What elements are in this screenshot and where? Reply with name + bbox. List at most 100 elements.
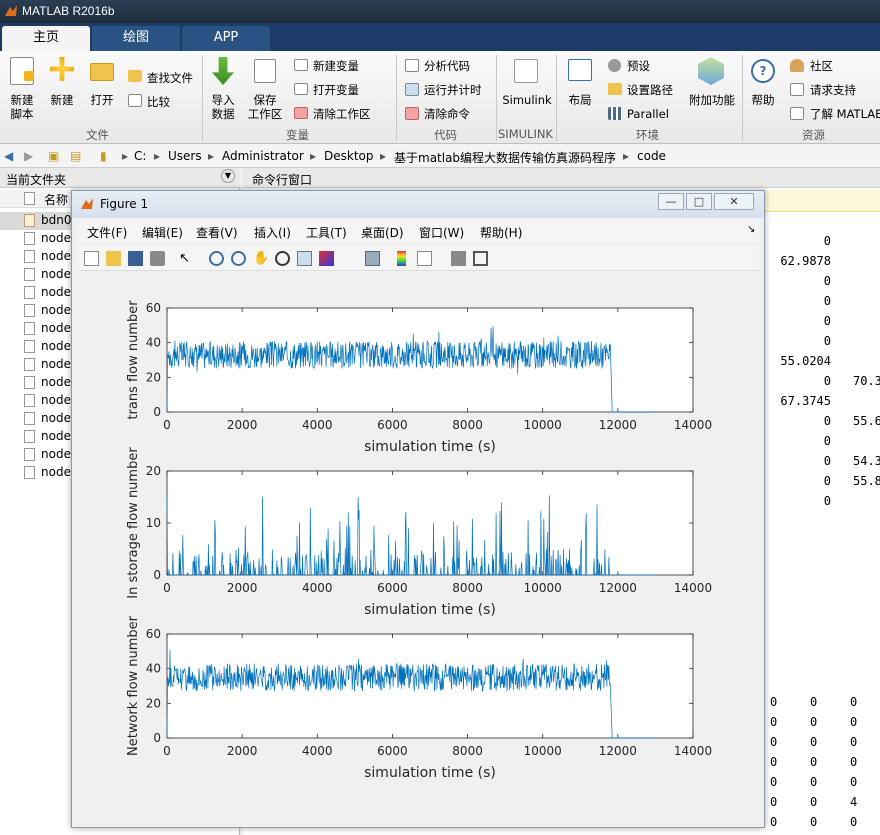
x-tick-label: 2000 xyxy=(227,581,258,595)
request-support-button[interactable]: 请求支持 xyxy=(810,83,856,97)
new-variable-button[interactable]: 新建变量 xyxy=(313,59,359,73)
rotate-icon[interactable] xyxy=(275,251,290,266)
output-value: 0 xyxy=(823,234,831,248)
learn-matlab-button[interactable]: 了解 MATLAB xyxy=(810,107,880,121)
add-ons-button[interactable]: 附加功能 xyxy=(686,93,738,107)
crumb-project-folder[interactable]: 基于matlab编程大数据传输仿真源码程序 xyxy=(394,149,616,166)
zoom-out-icon[interactable] xyxy=(231,251,246,266)
group-resources-label: 资源 xyxy=(802,128,825,142)
file-icon xyxy=(24,268,35,281)
crumb-code[interactable]: code xyxy=(637,149,666,163)
menu-desktop[interactable]: 桌面(D) xyxy=(361,224,404,241)
new-button[interactable]: 新建 xyxy=(46,93,78,107)
legend-icon[interactable] xyxy=(417,251,432,266)
menu-view[interactable]: 查看(V) xyxy=(196,224,238,241)
x-tick-label: 0 xyxy=(163,744,171,758)
compare-button[interactable]: 比较 xyxy=(147,95,170,109)
maximize-button[interactable]: □ xyxy=(686,193,712,210)
run-and-time-button[interactable]: 运行并计时 xyxy=(424,83,482,97)
menu-tools[interactable]: 工具(T) xyxy=(306,224,347,241)
output-value: 54.3 xyxy=(853,454,880,468)
group-code-label: 代码 xyxy=(434,128,457,142)
plus-icon xyxy=(24,71,34,81)
menu-file[interactable]: 文件(F) xyxy=(87,224,127,241)
layout-button[interactable]: 布局 xyxy=(564,93,596,107)
group-divider xyxy=(742,55,743,141)
community-button[interactable]: 社区 xyxy=(810,59,833,73)
x-tick-label: 12000 xyxy=(599,418,637,432)
file-icon xyxy=(24,358,35,371)
open-file-icon[interactable] xyxy=(106,251,121,266)
ribbon-tabs: 主页 绘图 APP xyxy=(0,23,880,51)
crumb-drive[interactable]: C: xyxy=(134,149,146,163)
file-name: node xyxy=(41,303,71,317)
menu-edit[interactable]: 编辑(E) xyxy=(142,224,183,241)
panel-menu-icon[interactable]: ▼ xyxy=(221,169,235,183)
show-plot-tools-icon[interactable] xyxy=(473,251,488,266)
open-button[interactable]: 打开 xyxy=(86,93,118,107)
file-icon xyxy=(24,448,35,461)
x-tick-label: 0 xyxy=(163,581,171,595)
file-name: node xyxy=(41,231,71,245)
crumb-separator: ▸ xyxy=(380,149,387,163)
y-axis-label: trans flow number xyxy=(126,300,141,420)
crumb-desktop[interactable]: Desktop xyxy=(324,149,374,163)
pointer-icon[interactable]: ↖ xyxy=(179,251,194,266)
x-tick-label: 8000 xyxy=(452,418,483,432)
find-files-button[interactable]: 查找文件 xyxy=(147,71,193,85)
close-button[interactable]: ✕ xyxy=(714,193,754,210)
forward-arrow-icon[interactable]: ▶ xyxy=(24,149,33,163)
import-data-icon xyxy=(212,57,234,85)
open-variable-button[interactable]: 打开变量 xyxy=(313,83,359,97)
tab-home[interactable]: 主页 xyxy=(2,26,90,51)
up-folder-icon[interactable]: ▣ xyxy=(48,149,59,163)
new-script-button[interactable]: 新建 脚本 xyxy=(4,93,40,121)
print-icon[interactable] xyxy=(150,251,165,266)
colorbar-icon[interactable] xyxy=(397,251,406,266)
save-icon[interactable] xyxy=(128,251,143,266)
minimize-button[interactable]: — xyxy=(658,193,684,210)
x-tick-label: 8000 xyxy=(452,581,483,595)
tab-plots[interactable]: 绘图 xyxy=(92,26,180,51)
mfile-icon xyxy=(24,214,35,227)
output-value: 0 xyxy=(823,474,831,488)
zoom-in-icon[interactable] xyxy=(209,251,224,266)
figure-canvas[interactable]: 0 2000 4000 6000 8000 10000 12000 14000 0 20 40 60 s… xyxy=(79,273,759,821)
import-data-button[interactable]: 导入 数据 xyxy=(206,93,240,121)
new-figure-icon[interactable] xyxy=(84,251,99,266)
request-support-icon xyxy=(790,83,804,96)
menu-insert[interactable]: 插入(I) xyxy=(254,224,291,241)
help-button[interactable]: 帮助 xyxy=(746,93,780,107)
output-value: 55.8 xyxy=(853,474,880,488)
save-workspace-button[interactable]: 保存 工作区 xyxy=(246,93,284,121)
browse-folder-icon[interactable]: ▤ xyxy=(70,149,81,163)
set-path-button[interactable]: 设置路径 xyxy=(627,83,673,97)
menu-window[interactable]: 窗口(W) xyxy=(419,224,464,241)
link-plot-icon[interactable] xyxy=(365,251,380,266)
parallel-button[interactable]: Parallel xyxy=(627,107,669,121)
clear-workspace-button[interactable]: 清除工作区 xyxy=(313,107,371,121)
output-value: 70.3 xyxy=(853,374,880,388)
dock-arrow-icon[interactable]: ↘ xyxy=(747,224,755,235)
brush-icon[interactable] xyxy=(319,251,334,266)
matrix-cell: 0 xyxy=(850,695,858,709)
figure-axes-svg[interactable]: 0 2000 4000 6000 8000 10000 12000 140000204060s… xyxy=(79,273,759,821)
new-variable-icon xyxy=(294,59,308,71)
analyze-code-button[interactable]: 分析代码 xyxy=(424,59,470,73)
data-cursor-icon[interactable] xyxy=(297,251,312,266)
simulink-button[interactable]: Simulink xyxy=(502,93,552,107)
preferences-button[interactable]: 预设 xyxy=(627,59,650,73)
file-name: node xyxy=(41,249,71,263)
crumb-administrator[interactable]: Administrator xyxy=(222,149,304,163)
y-tick-label: 60 xyxy=(146,627,161,641)
clear-commands-button[interactable]: 清除命令 xyxy=(424,107,470,121)
back-arrow-icon[interactable]: ◀ xyxy=(4,149,13,163)
tab-apps[interactable]: APP xyxy=(182,26,270,51)
hide-plot-tools-icon[interactable] xyxy=(451,251,466,266)
crumb-users[interactable]: Users xyxy=(168,149,202,163)
name-column-header[interactable]: 名称 xyxy=(44,191,68,208)
menu-help[interactable]: 帮助(H) xyxy=(480,224,522,241)
figure-window[interactable]: Figure 1 — □ ✕ 文件(F) 编辑(E) 查看(V) 插入(I) 工… xyxy=(71,190,765,828)
x-tick-label: 4000 xyxy=(302,744,333,758)
pan-hand-icon[interactable]: ✋ xyxy=(253,251,269,266)
